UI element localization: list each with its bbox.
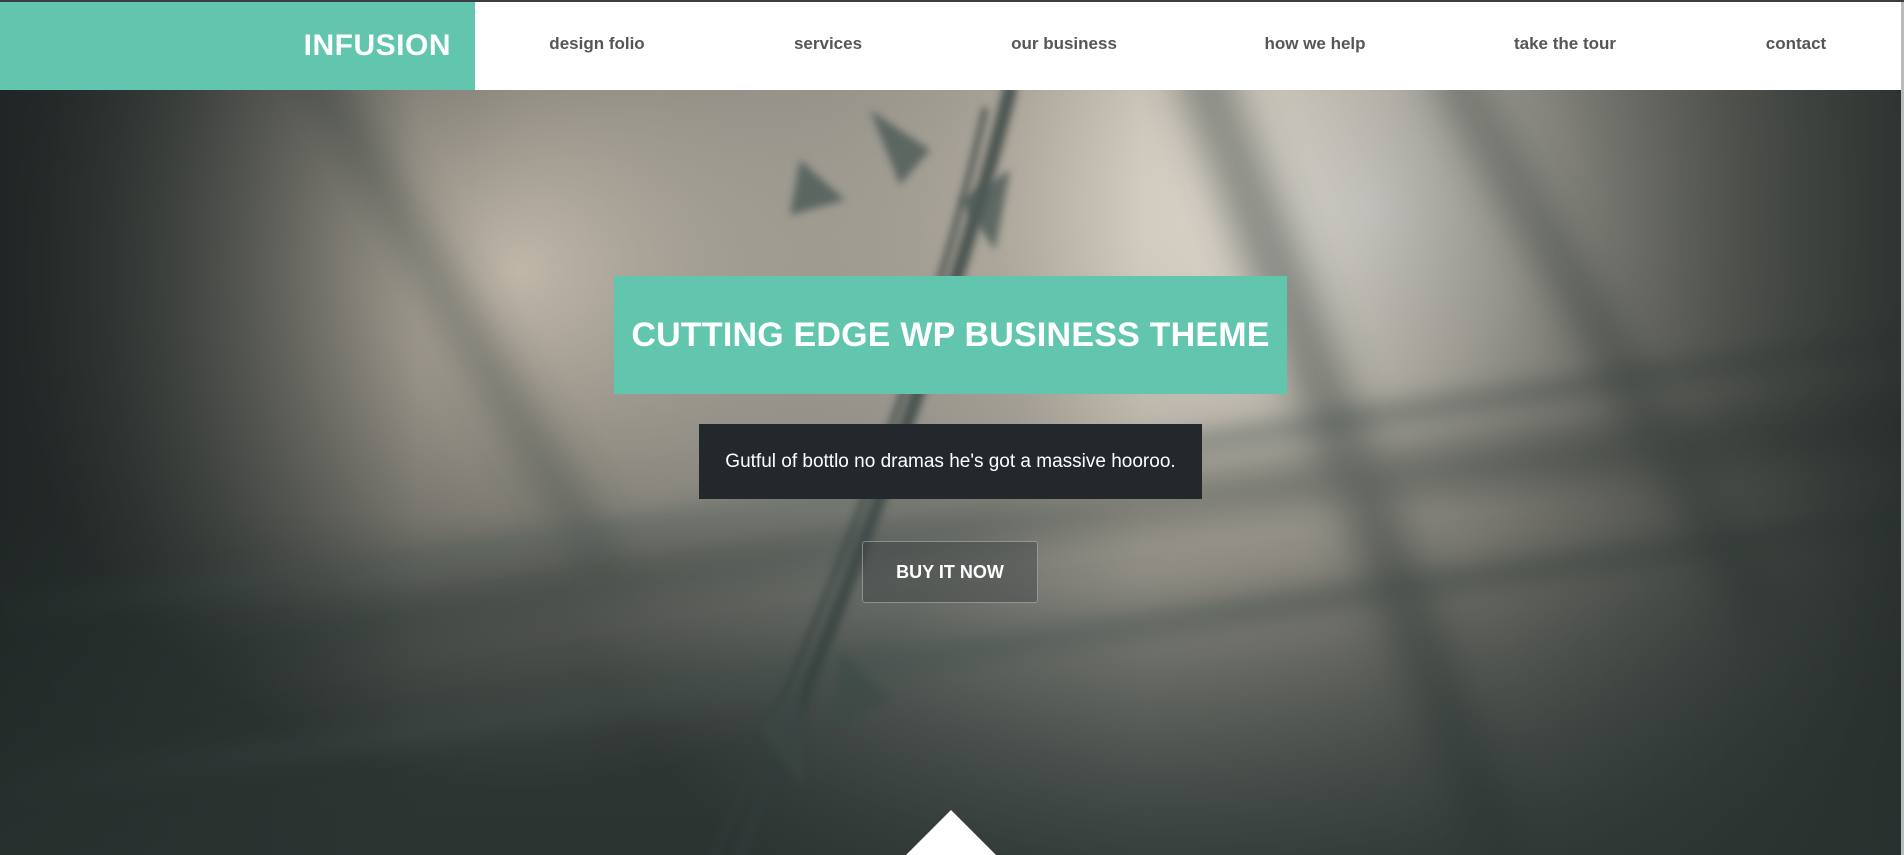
nav-item-services[interactable]: services bbox=[794, 34, 862, 54]
page: INFUSION design folio services our busin… bbox=[0, 0, 1904, 855]
logo-text[interactable]: INFUSION bbox=[304, 29, 451, 63]
headline-box: CUTTING EDGE WP BUSINESS THEME bbox=[614, 276, 1287, 394]
nav-item-design-folio[interactable]: design folio bbox=[549, 34, 644, 54]
buy-button-label: BUY IT NOW bbox=[896, 562, 1004, 582]
nav-item-contact[interactable]: contact bbox=[1766, 34, 1826, 54]
tagline-box: Gutful of bottlo no dramas he's got a ma… bbox=[699, 424, 1202, 499]
hero-section: CUTTING EDGE WP BUSINESS THEME Gutful of… bbox=[0, 90, 1904, 855]
site-header: INFUSION design folio services our busin… bbox=[0, 2, 1904, 90]
logo-block[interactable]: INFUSION bbox=[0, 2, 475, 90]
buy-it-now-button[interactable]: BUY IT NOW bbox=[862, 541, 1038, 603]
hero-tagline: Gutful of bottlo no dramas he's got a ma… bbox=[725, 450, 1176, 472]
triangle-up-icon[interactable] bbox=[905, 810, 997, 855]
nav-item-take-the-tour[interactable]: take the tour bbox=[1514, 34, 1616, 54]
hero-headline: CUTTING EDGE WP BUSINESS THEME bbox=[631, 316, 1270, 354]
nav-item-how-we-help[interactable]: how we help bbox=[1264, 34, 1365, 54]
nav-item-our-business[interactable]: our business bbox=[1011, 34, 1117, 54]
main-nav: design folio services our business how w… bbox=[475, 2, 1904, 90]
top-border bbox=[0, 0, 1904, 2]
